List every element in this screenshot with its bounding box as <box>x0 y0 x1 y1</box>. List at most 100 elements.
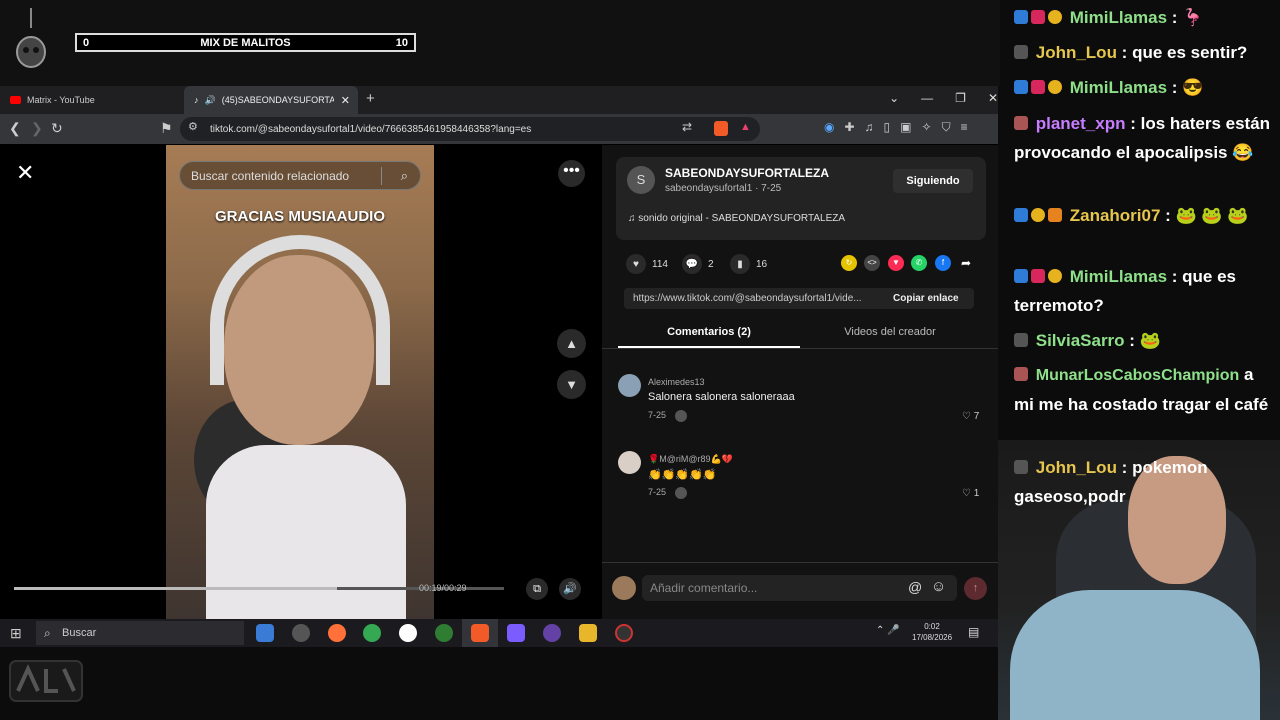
chat-user[interactable]: MimiLlamas <box>1070 267 1167 286</box>
speaker-icon: 🔊 <box>204 94 216 105</box>
related-search-input[interactable]: Buscar contenido relacionado ⌕ <box>179 161 421 190</box>
chat-user[interactable]: John_Lou <box>1036 43 1117 62</box>
youtube-icon <box>10 96 21 104</box>
taskbar-clock[interactable]: 0:02 17/08/2026 <box>912 621 952 643</box>
url-text: tiktok.com/@sabeondaysufortal1/video/766… <box>210 123 532 135</box>
settings-app-icon[interactable] <box>292 624 310 642</box>
maximize-button[interactable]: ❐ <box>955 91 966 105</box>
chat-user[interactable]: SilviaSarro <box>1036 331 1125 350</box>
comment-user[interactable]: 🌹M@riM@r89💪💔 <box>648 454 733 465</box>
video-shirt-shape <box>206 445 406 619</box>
facebook-icon[interactable]: f <box>935 255 951 271</box>
tab-creator-videos[interactable]: Videos del creador <box>800 326 980 338</box>
previous-video-button[interactable]: ▲ <box>557 329 586 358</box>
tiktok-icon: ♪ <box>194 95 199 105</box>
comment-avatar[interactable] <box>618 374 641 397</box>
badge-icon <box>1031 10 1045 24</box>
audio-icon[interactable]: ◉ <box>824 120 834 135</box>
store-icon[interactable] <box>256 624 274 642</box>
search-icon[interactable]: ⌕ <box>401 168 408 184</box>
puzzle-icon[interactable]: ✚ <box>844 120 854 135</box>
music-icon[interactable]: ♫ <box>865 120 874 135</box>
brave-shield-icon[interactable] <box>714 121 728 136</box>
leo-icon[interactable]: ✧ <box>922 120 932 135</box>
copy-link-button[interactable]: Copiar enlace <box>893 293 959 304</box>
chevron-down-icon[interactable]: ⌄ <box>889 91 899 105</box>
headphones-shape <box>210 235 390 385</box>
mention-icon[interactable]: @ <box>908 579 922 595</box>
site-settings-icon[interactable]: ⚙ <box>188 120 198 133</box>
minimize-button[interactable]: — <box>921 91 933 105</box>
taskbar-search[interactable]: ⌕ Buscar <box>36 621 244 645</box>
close-window-button[interactable]: ✕ <box>988 91 998 105</box>
tab-tiktok[interactable]: ♪ 🔊 (45)SABEONDAYSUFORTALEZ ✕ <box>184 86 358 114</box>
tab-comments[interactable]: Comentarios (2) <box>618 326 800 338</box>
windows-start-icon[interactable]: ⊞ <box>10 625 22 642</box>
chat-user[interactable]: John_Lou <box>1036 458 1117 477</box>
tab-label: Matrix - YouTube <box>27 95 95 105</box>
comment-like[interactable]: ♡ 1 <box>962 488 979 499</box>
media-player-icon[interactable] <box>399 624 417 642</box>
comment-avatar[interactable] <box>618 451 641 474</box>
save-stat[interactable]: ▮ 16 <box>730 254 767 274</box>
notification-icon[interactable]: ▤ <box>968 625 979 639</box>
url-field[interactable]: tiktok.com/@sabeondaysufortal1/video/766… <box>180 117 760 141</box>
volume-button[interactable]: 🔊 <box>559 578 581 600</box>
whatsapp-icon[interactable]: ✆ <box>911 255 927 271</box>
wallet-icon[interactable]: ▣ <box>900 120 911 135</box>
back-icon[interactable]: ❮ <box>9 120 21 137</box>
forward-icon[interactable]: ❯ <box>31 120 43 137</box>
close-video-button[interactable]: ✕ <box>16 160 34 186</box>
new-tab-button[interactable]: + <box>366 90 375 107</box>
chat-emote-icon: 🐸 <box>1139 331 1161 350</box>
repost-icon[interactable]: ↻ <box>841 255 857 271</box>
window-controls: ⌄ — ❐ ✕ <box>889 91 998 105</box>
comment-like[interactable]: ♡ 7 <box>962 411 979 422</box>
brave-rewards-icon[interactable]: ▲ <box>740 121 751 133</box>
discord-icon[interactable] <box>543 624 561 642</box>
vpn-icon[interactable]: ⛉ <box>942 120 951 135</box>
next-video-button[interactable]: ▼ <box>557 370 586 399</box>
chat-emote-icon: 🦩 <box>1182 8 1204 27</box>
chat-user[interactable]: Zanahori07 <box>1070 206 1161 225</box>
bookmark-icon[interactable]: ⚑ <box>160 120 173 137</box>
share-arrow-icon[interactable]: ➦ <box>958 255 974 271</box>
system-tray[interactable]: ⌃ 🎤 <box>876 625 900 636</box>
chat-user[interactable]: MimiLlamas <box>1070 78 1167 97</box>
like-stat[interactable]: ♥ 114 <box>626 254 668 274</box>
file-explorer-icon[interactable] <box>579 624 597 642</box>
emoji-icon[interactable]: ☺ <box>931 578 946 595</box>
send-comment-button[interactable]: ↑ <box>964 577 987 600</box>
comment-date: 7-25 <box>648 410 667 420</box>
embed-icon[interactable]: <> <box>864 255 880 271</box>
firefox-icon[interactable] <box>328 624 346 642</box>
taskbar-search-label: Buscar <box>62 627 97 639</box>
xbox-icon[interactable] <box>435 624 453 642</box>
app-icon[interactable] <box>507 624 525 642</box>
send-to-friends-icon[interactable]: ▼ <box>888 255 904 271</box>
comment-stat[interactable]: 💬 2 <box>682 254 714 274</box>
pip-button[interactable]: ⧉ <box>526 578 548 600</box>
chrome-icon[interactable] <box>363 624 381 642</box>
meter-title: MIX DE MALITOS <box>200 36 291 49</box>
creator-name[interactable]: SABEONDAYSUFORTALEZA <box>665 166 829 180</box>
channel-logo-icon <box>9 660 83 702</box>
chat-user[interactable]: MunarLosCabosChampion <box>1036 367 1240 384</box>
close-tab-icon[interactable]: ✕ <box>341 94 350 107</box>
creator-avatar[interactable]: S <box>627 166 655 194</box>
more-options-button[interactable]: ••• <box>558 160 585 187</box>
translate-icon[interactable]: ⇄ <box>682 120 692 134</box>
brave-icon[interactable] <box>471 624 489 642</box>
chat-user[interactable]: planet_xpn <box>1036 114 1126 133</box>
obs-icon[interactable] <box>615 624 633 642</box>
menu-icon[interactable]: ≡ <box>961 120 968 135</box>
comment-user[interactable]: Aleximedes13 <box>648 377 705 387</box>
following-button[interactable]: Siguiendo <box>893 169 973 193</box>
reload-icon[interactable]: ↻ <box>51 120 63 137</box>
tab-youtube[interactable]: Matrix - YouTube <box>0 86 180 114</box>
video-caption: GRACIAS MUSIAAUDIO <box>214 208 385 225</box>
video-player[interactable]: GRACIAS MUSIAAUDIO <box>166 145 434 619</box>
sidebar-icon[interactable]: ▯ <box>884 120 891 135</box>
chat-user[interactable]: MimiLlamas <box>1070 8 1167 27</box>
sound-row[interactable]: ♫ sonido original - SABEONDAYSUFORTALEZA <box>628 213 845 224</box>
